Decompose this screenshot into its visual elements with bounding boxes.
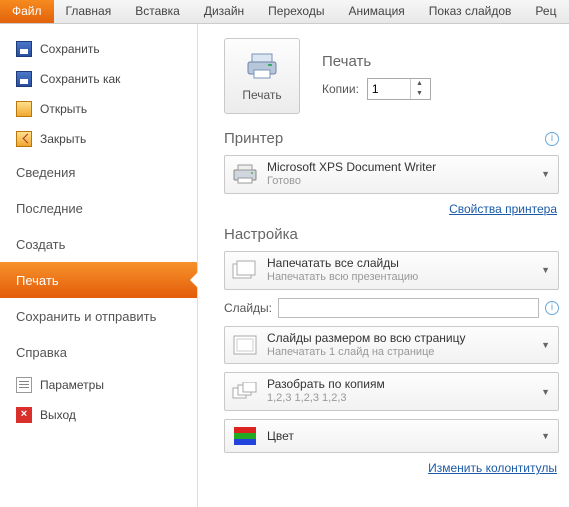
sidebar-item-label: Закрыть (40, 132, 86, 146)
info-icon[interactable]: i (545, 301, 559, 315)
tab-home[interactable]: Главная (54, 0, 124, 23)
sidebar-item-label: Создать (16, 237, 65, 252)
open-icon (16, 101, 32, 117)
full-page-slide-icon (231, 333, 259, 357)
tab-slideshow[interactable]: Показ слайдов (417, 0, 524, 23)
sidebar-item-exit[interactable]: × Выход (0, 400, 197, 430)
printer-icon (246, 50, 278, 82)
sidebar-item-print[interactable]: Печать (0, 262, 197, 298)
collate-dropdown[interactable]: Разобрать по копиям 1,2,3 1,2,3 1,2,3 ▼ (224, 372, 559, 411)
slides-input[interactable] (278, 298, 539, 318)
copies-input[interactable] (368, 80, 410, 98)
sidebar-item-label: Сохранить (40, 42, 100, 56)
tab-design[interactable]: Дизайн (192, 0, 256, 23)
sidebar-item-label: Сохранить и отправить (16, 309, 156, 324)
sidebar-item-saveas[interactable]: Сохранить как (0, 64, 197, 94)
printer-properties-link[interactable]: Свойства принтера (449, 202, 557, 216)
sidebar-item-save[interactable]: Сохранить (0, 34, 197, 64)
backstage-sidebar: Сохранить Сохранить как Открыть Закрыть … (0, 24, 198, 507)
dropdown-title: Слайды размером во всю страницу (267, 331, 539, 346)
sidebar-item-new[interactable]: Создать (0, 226, 197, 262)
save-icon (16, 41, 32, 57)
spinner-up[interactable]: ▲ (411, 79, 428, 89)
sidebar-item-options[interactable]: Параметры (0, 370, 197, 400)
sidebar-item-label: Сохранить как (40, 72, 120, 86)
print-header: Печать (322, 53, 431, 70)
exit-icon: × (16, 407, 32, 423)
ribbon-tabs: Файл Главная Вставка Дизайн Переходы Ани… (0, 0, 569, 24)
sidebar-item-share[interactable]: Сохранить и отправить (0, 298, 197, 334)
printer-device-icon (231, 162, 259, 186)
printer-name: Microsoft XPS Document Writer (267, 160, 539, 175)
sidebar-item-label: Печать (16, 273, 59, 288)
dropdown-subtitle: Напечатать всю презентацию (267, 271, 539, 285)
sidebar-item-info[interactable]: Сведения (0, 154, 197, 190)
save-as-icon (16, 71, 32, 87)
printer-header: Принтер i (224, 130, 559, 147)
sidebar-item-label: Открыть (40, 102, 87, 116)
dropdown-title: Цвет (267, 429, 539, 444)
printer-status: Готово (267, 175, 539, 189)
options-icon (16, 377, 32, 393)
print-panel: Печать Печать Копии: ▲▼ Принтер i (198, 24, 569, 507)
print-button-label: Печать (242, 88, 281, 102)
chevron-down-icon: ▼ (539, 431, 552, 441)
slides-all-icon (231, 258, 259, 282)
dropdown-subtitle: Напечатать 1 слайд на странице (267, 346, 539, 360)
slide-layout-dropdown[interactable]: Слайды размером во всю страницу Напечата… (224, 326, 559, 365)
chevron-down-icon: ▼ (539, 265, 552, 275)
tab-file[interactable]: Файл (0, 0, 54, 23)
chevron-down-icon: ▼ (539, 340, 552, 350)
settings-header: Настройка (224, 226, 559, 243)
copies-spinner[interactable]: ▲▼ (367, 78, 431, 100)
sidebar-item-label: Параметры (40, 378, 104, 392)
dropdown-title: Напечатать все слайды (267, 256, 539, 271)
info-icon[interactable]: i (545, 132, 559, 146)
tab-review[interactable]: Рец (523, 0, 568, 23)
edit-header-footer-link[interactable]: Изменить колонтитулы (428, 461, 557, 475)
tab-insert[interactable]: Вставка (123, 0, 192, 23)
print-button[interactable]: Печать (224, 38, 300, 114)
sidebar-item-label: Сведения (16, 165, 75, 180)
dropdown-title: Разобрать по копиям (267, 377, 539, 392)
tab-animation[interactable]: Анимация (336, 0, 416, 23)
collate-icon (231, 380, 259, 404)
dropdown-subtitle: 1,2,3 1,2,3 1,2,3 (267, 392, 539, 406)
print-range-dropdown[interactable]: Напечатать все слайды Напечатать всю пре… (224, 251, 559, 290)
tab-transitions[interactable]: Переходы (256, 0, 336, 23)
sidebar-item-label: Справка (16, 345, 67, 360)
sidebar-item-close[interactable]: Закрыть (0, 124, 197, 154)
color-dropdown[interactable]: Цвет ▼ (224, 419, 559, 453)
chevron-down-icon: ▼ (539, 169, 552, 179)
close-folder-icon (16, 131, 32, 147)
sidebar-item-label: Выход (40, 408, 76, 422)
copies-label: Копии: (322, 82, 359, 96)
printer-dropdown[interactable]: Microsoft XPS Document Writer Готово ▼ (224, 155, 559, 194)
chevron-down-icon: ▼ (539, 387, 552, 397)
sidebar-item-open[interactable]: Открыть (0, 94, 197, 124)
spinner-down[interactable]: ▼ (411, 89, 428, 99)
color-icon (231, 424, 259, 448)
sidebar-item-recent[interactable]: Последние (0, 190, 197, 226)
slides-field-label: Слайды: (224, 301, 272, 315)
sidebar-item-label: Последние (16, 201, 83, 216)
sidebar-item-help[interactable]: Справка (0, 334, 197, 370)
